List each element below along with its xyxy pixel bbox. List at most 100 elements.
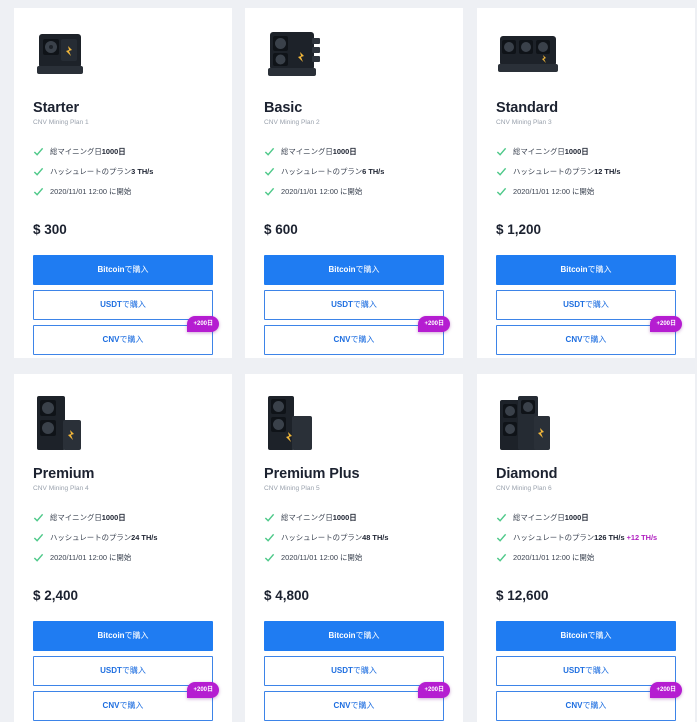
buy-cnv-button[interactable]: CNVで購入 +200日	[264, 682, 450, 721]
feature-list: 総マイニング日 1000日 ハッシュレートのプラン 48 TH/s 2020/1…	[264, 507, 444, 567]
check-icon	[264, 187, 275, 196]
check-icon	[264, 513, 275, 522]
plan-price: $ 1,200	[496, 222, 542, 237]
button-suffix: で購入	[587, 631, 612, 640]
check-icon	[33, 553, 44, 562]
feature-label: 総マイニング日	[50, 512, 102, 522]
button-label: CNV	[102, 335, 120, 344]
check-icon	[264, 167, 275, 176]
check-icon	[496, 533, 507, 542]
feature-start-date: 2020/11/01 12:00 に開始	[33, 547, 213, 567]
button-label: USDT	[100, 300, 122, 309]
feature-label: ハッシュレートのプラン	[281, 166, 363, 176]
bonus-days-badge: +200日	[650, 682, 682, 698]
plan-price: $ 2,400	[33, 588, 79, 603]
button-label: CNV	[565, 335, 583, 344]
button-suffix: で購入	[584, 300, 609, 309]
buy-bitcoin-button[interactable]: Bitcoinで購入	[496, 621, 676, 651]
mining-rig-image	[264, 394, 444, 452]
feature-hashrate: ハッシュレートのプラン 6 TH/s	[264, 161, 444, 181]
plan-card-diamond: Diamond CNV Mining Plan 6 総マイニング日 1000日 …	[477, 374, 695, 722]
buy-cnv-button[interactable]: CNVで購入 +200日	[264, 316, 450, 355]
feature-hashrate: ハッシュレートのプラン 126 TH/s +12 TH/s	[496, 527, 676, 547]
feature-label: 2020/11/01 12:00 に開始	[50, 552, 132, 562]
feature-value: 6 TH/s	[362, 166, 385, 176]
plan-card-starter: Starter CNV Mining Plan 1 総マイニング日 1000日 …	[14, 8, 232, 358]
buy-usdt-button[interactable]: USDTで購入	[264, 656, 444, 686]
feature-hashrate: ハッシュレートのプラン 24 TH/s	[33, 527, 213, 547]
button-suffix: で購入	[121, 300, 146, 309]
plan-title: Premium	[33, 466, 95, 482]
buy-usdt-button[interactable]: USDTで購入	[264, 290, 444, 320]
check-icon	[33, 167, 44, 176]
button-label: USDT	[331, 300, 353, 309]
feature-label: 2020/11/01 12:00 に開始	[513, 186, 595, 196]
plan-price: $ 600	[264, 222, 298, 237]
check-icon	[496, 513, 507, 522]
button-suffix: で購入	[124, 631, 149, 640]
feature-list: 総マイニング日 1000日 ハッシュレートのプラン 126 TH/s +12 TH…	[496, 507, 676, 567]
feature-start-date: 2020/11/01 12:00 に開始	[496, 547, 676, 567]
buy-cnv-button[interactable]: CNVで購入 +200日	[33, 682, 219, 721]
feature-value: 1000日	[332, 512, 357, 522]
feature-label: 2020/11/01 12:00 に開始	[50, 186, 132, 196]
feature-mining-days: 総マイニング日 1000日	[264, 141, 444, 161]
plan-title: Starter	[33, 100, 80, 116]
feature-label: ハッシュレートのプラン	[513, 166, 595, 176]
plan-subtitle: CNV Mining Plan 4	[33, 485, 89, 492]
feature-label: ハッシュレートのプラン	[281, 532, 363, 542]
buy-cnv-button[interactable]: CNVで購入 +200日	[33, 316, 219, 355]
buy-cnv-button[interactable]: CNVで購入 +200日	[496, 316, 682, 355]
plan-title: Standard	[496, 100, 559, 116]
feature-label: ハッシュレートのプラン	[50, 532, 132, 542]
check-icon	[33, 147, 44, 156]
button-suffix: で購入	[352, 666, 377, 675]
button-suffix: で購入	[584, 666, 609, 675]
buy-usdt-button[interactable]: USDTで購入	[33, 290, 213, 320]
feature-hashrate: ハッシュレートのプラン 12 TH/s	[496, 161, 676, 181]
buy-usdt-button[interactable]: USDTで購入	[496, 656, 676, 686]
feature-value: 24 TH/s	[131, 532, 158, 542]
mining-rig-image	[33, 394, 213, 452]
buy-cnv-button[interactable]: CNVで購入 +200日	[496, 682, 682, 721]
buy-bitcoin-button[interactable]: Bitcoinで購入	[264, 255, 444, 285]
feature-start-date: 2020/11/01 12:00 に開始	[264, 547, 444, 567]
buy-bitcoin-button[interactable]: Bitcoinで購入	[33, 255, 213, 285]
plan-subtitle: CNV Mining Plan 6	[496, 485, 552, 492]
buy-bitcoin-button[interactable]: Bitcoinで購入	[264, 621, 444, 651]
buy-usdt-button[interactable]: USDTで購入	[33, 656, 213, 686]
button-suffix: で購入	[587, 265, 612, 274]
check-icon	[496, 187, 507, 196]
check-icon	[33, 533, 44, 542]
pricing-grid: Starter CNV Mining Plan 1 総マイニング日 1000日 …	[0, 0, 697, 722]
feature-value: 1000日	[101, 146, 126, 156]
buy-bitcoin-button[interactable]: Bitcoinで購入	[33, 621, 213, 651]
button-label: Bitcoin	[328, 265, 356, 274]
bonus-days-badge: +200日	[650, 316, 682, 332]
buy-usdt-button[interactable]: USDTで購入	[496, 290, 676, 320]
feature-mining-days: 総マイニング日 1000日	[496, 141, 676, 161]
feature-label: 2020/11/01 12:00 に開始	[281, 552, 363, 562]
mining-rig-image	[264, 28, 444, 86]
button-label: CNV	[333, 335, 351, 344]
button-label: CNV	[565, 701, 583, 710]
button-label: Bitcoin	[328, 631, 356, 640]
plan-title: Diamond	[496, 466, 558, 482]
feature-start-date: 2020/11/01 12:00 に開始	[496, 181, 676, 201]
feature-mining-days: 総マイニング日 1000日	[33, 507, 213, 527]
check-icon	[496, 167, 507, 176]
check-icon	[264, 147, 275, 156]
feature-label: ハッシュレートのプラン	[513, 532, 595, 542]
button-label: Bitcoin	[560, 631, 588, 640]
plan-card-standard: Standard CNV Mining Plan 3 総マイニング日 1000日…	[477, 8, 695, 358]
check-icon	[264, 553, 275, 562]
feature-hashrate: ハッシュレートのプラン 48 TH/s	[264, 527, 444, 547]
feature-list: 総マイニング日 1000日 ハッシュレートのプラン 24 TH/s 2020/1…	[33, 507, 213, 567]
bonus-days-badge: +200日	[187, 682, 219, 698]
plan-price: $ 300	[33, 222, 67, 237]
buy-bitcoin-button[interactable]: Bitcoinで購入	[496, 255, 676, 285]
plan-title: Premium Plus	[264, 466, 360, 482]
plan-price: $ 12,600	[496, 588, 549, 603]
feature-mining-days: 総マイニング日 1000日	[264, 507, 444, 527]
feature-label: 総マイニング日	[281, 512, 333, 522]
